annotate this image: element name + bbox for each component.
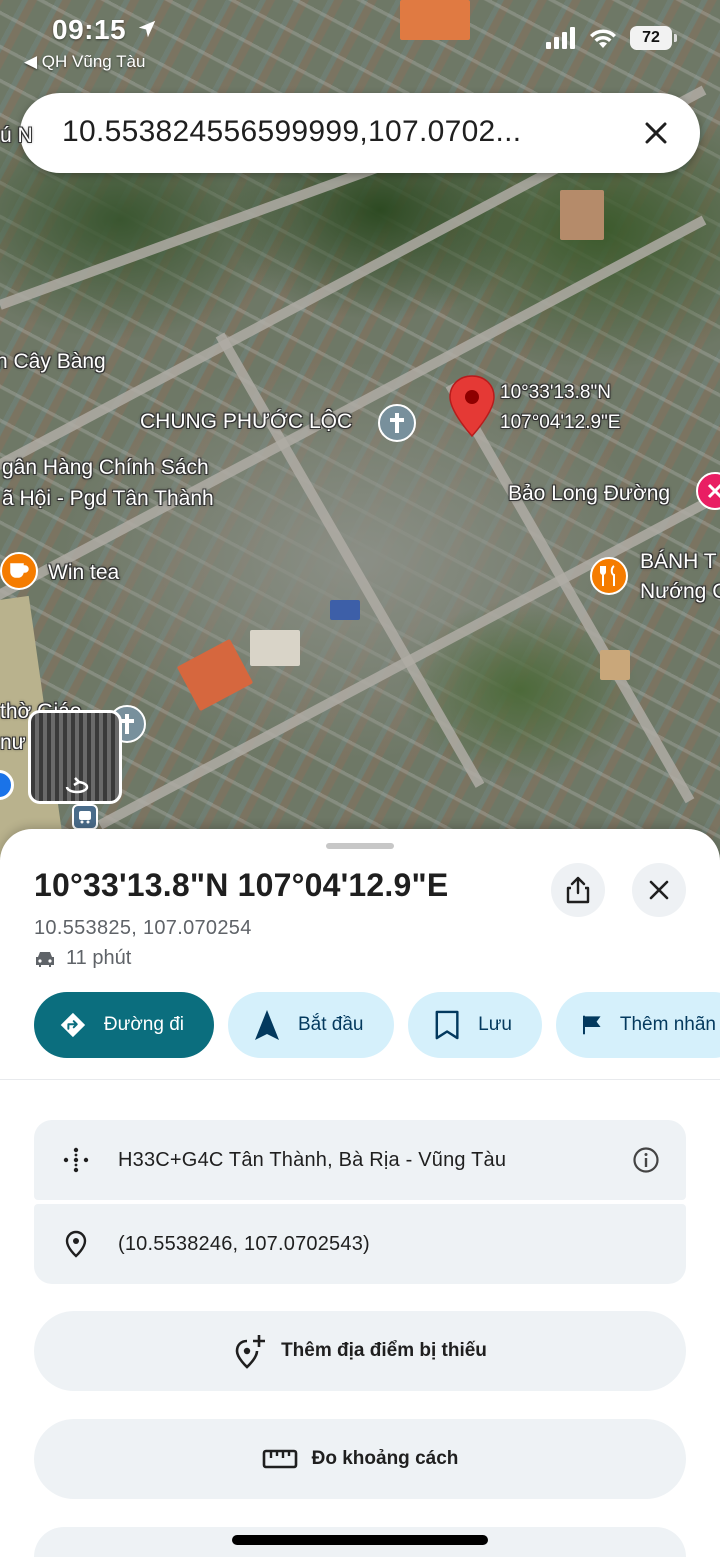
church-icon[interactable]: [378, 404, 416, 442]
bookmark-icon: [435, 1010, 459, 1040]
start-button[interactable]: Bắt đầu: [228, 992, 394, 1058]
clear-search-icon[interactable]: [636, 113, 676, 153]
location-pin-icon: [65, 1230, 87, 1258]
map-label: ú N: [0, 124, 33, 147]
rotate-360-icon: [65, 777, 89, 794]
bus-icon[interactable]: [72, 804, 98, 830]
map-label-banh[interactable]: BÁNH T: [640, 550, 717, 574]
map-label[interactable]: n Cây Bàng: [0, 350, 106, 374]
coordinates-row[interactable]: (10.5538246, 107.0702543): [34, 1204, 686, 1284]
place-bottom-sheet[interactable]: 10°33'13.8"N 107°04'12.9"E 10.553825, 10…: [0, 829, 720, 1557]
building-roof: [250, 630, 300, 666]
battery-indicator: 72: [630, 26, 677, 50]
car-icon: [36, 951, 54, 967]
map-road: [215, 332, 485, 788]
cafe-icon[interactable]: [0, 552, 38, 590]
building-roof: [330, 600, 360, 620]
ruler-icon: [262, 1449, 297, 1469]
signal-icon: [546, 27, 575, 49]
close-sheet-button[interactable]: [632, 863, 686, 917]
add-label-button[interactable]: Thêm nhãn: [556, 992, 720, 1058]
directions-label: Đường đi: [103, 1014, 184, 1035]
pin-label-lat: 10°33'13.8"N: [500, 382, 611, 403]
map-label-banh[interactable]: Nướng C: [640, 580, 720, 604]
plus-code-text: H33C+G4C Tân Thành, Bà Rịa - Vũng Tàu: [118, 1148, 507, 1171]
drive-time: 11 phút: [34, 947, 131, 970]
save-label: Lưu: [478, 1014, 512, 1035]
action-chips: Đường đi Bắt đầu Lưu Thêm nhãn: [34, 992, 720, 1058]
navigation-arrow-icon: [255, 1010, 279, 1040]
wifi-icon: [590, 29, 616, 48]
pin-label-lng: 107°04'12.9"E: [500, 412, 621, 433]
start-label: Bắt đầu: [298, 1014, 364, 1035]
field-patch: [600, 650, 630, 680]
plus-code-icon: [63, 1147, 89, 1173]
back-to-app[interactable]: ◀ QH Vũng Tàu: [24, 52, 145, 72]
divider: [0, 1079, 720, 1080]
place-title: 10°33'13.8"N 107°04'12.9"E: [34, 867, 449, 903]
field-patch: [560, 190, 604, 240]
share-button[interactable]: [551, 863, 605, 917]
search-input[interactable]: 10.553824556599999,107.0702...: [62, 115, 521, 149]
plus-code-row[interactable]: H33C+G4C Tân Thành, Bà Rịa - Vũng Tàu: [34, 1120, 686, 1200]
map-label-bank[interactable]: gân Hàng Chính Sách: [2, 456, 209, 480]
flag-icon: [582, 1015, 601, 1035]
map-label-win-tea[interactable]: Win tea: [48, 561, 119, 585]
dropped-pin-icon[interactable]: [447, 374, 497, 440]
map-label-bank[interactable]: ã Hội - Pgd Tân Thành: [2, 487, 214, 511]
search-bar[interactable]: 10.553824556599999,107.0702...: [20, 93, 700, 173]
coordinates-text: (10.5538246, 107.0702543): [118, 1232, 370, 1255]
drive-time-label: 11 phút: [66, 947, 132, 969]
sheet-drag-handle[interactable]: [326, 843, 394, 849]
clock: 09:15: [52, 14, 127, 45]
add-missing-place-button[interactable]: Thêm địa điểm bị thiếu: [34, 1311, 686, 1391]
measure-distance-button[interactable]: Đo khoảng cách: [34, 1419, 686, 1499]
location-arrow-icon: [138, 20, 156, 38]
street-view-thumbnail[interactable]: [28, 710, 122, 804]
share-icon: [566, 876, 590, 904]
add-missing-place-label: Thêm địa điểm bị thiếu: [281, 1340, 487, 1361]
add-label-label: Thêm nhãn: [619, 1014, 716, 1035]
map-label-church[interactable]: CHUNG PHƯỚC LỘC: [140, 410, 352, 434]
measure-distance-label: Đo khoảng cách: [311, 1448, 459, 1469]
home-indicator[interactable]: [232, 1535, 488, 1545]
info-icon[interactable]: [632, 1146, 660, 1174]
save-button[interactable]: Lưu: [408, 992, 542, 1058]
restaurant-icon[interactable]: [590, 557, 628, 595]
status-bar: 09:15 ◀ QH Vũng Tàu 72: [0, 0, 720, 80]
map-label[interactable]: nư: [0, 731, 26, 755]
directions-button[interactable]: Đường đi: [34, 992, 214, 1058]
satellite-map[interactable]: 09:15 ◀ QH Vũng Tàu 72 10.55382455659999…: [0, 0, 720, 860]
map-label-bao-long[interactable]: Bảo Long Đường: [508, 482, 670, 506]
building-roof: [176, 638, 254, 712]
close-icon: [649, 880, 669, 900]
add-place-icon: [235, 1335, 266, 1369]
directions-icon: [60, 1012, 86, 1038]
decimal-coordinates: 10.553825, 107.070254: [34, 917, 252, 939]
